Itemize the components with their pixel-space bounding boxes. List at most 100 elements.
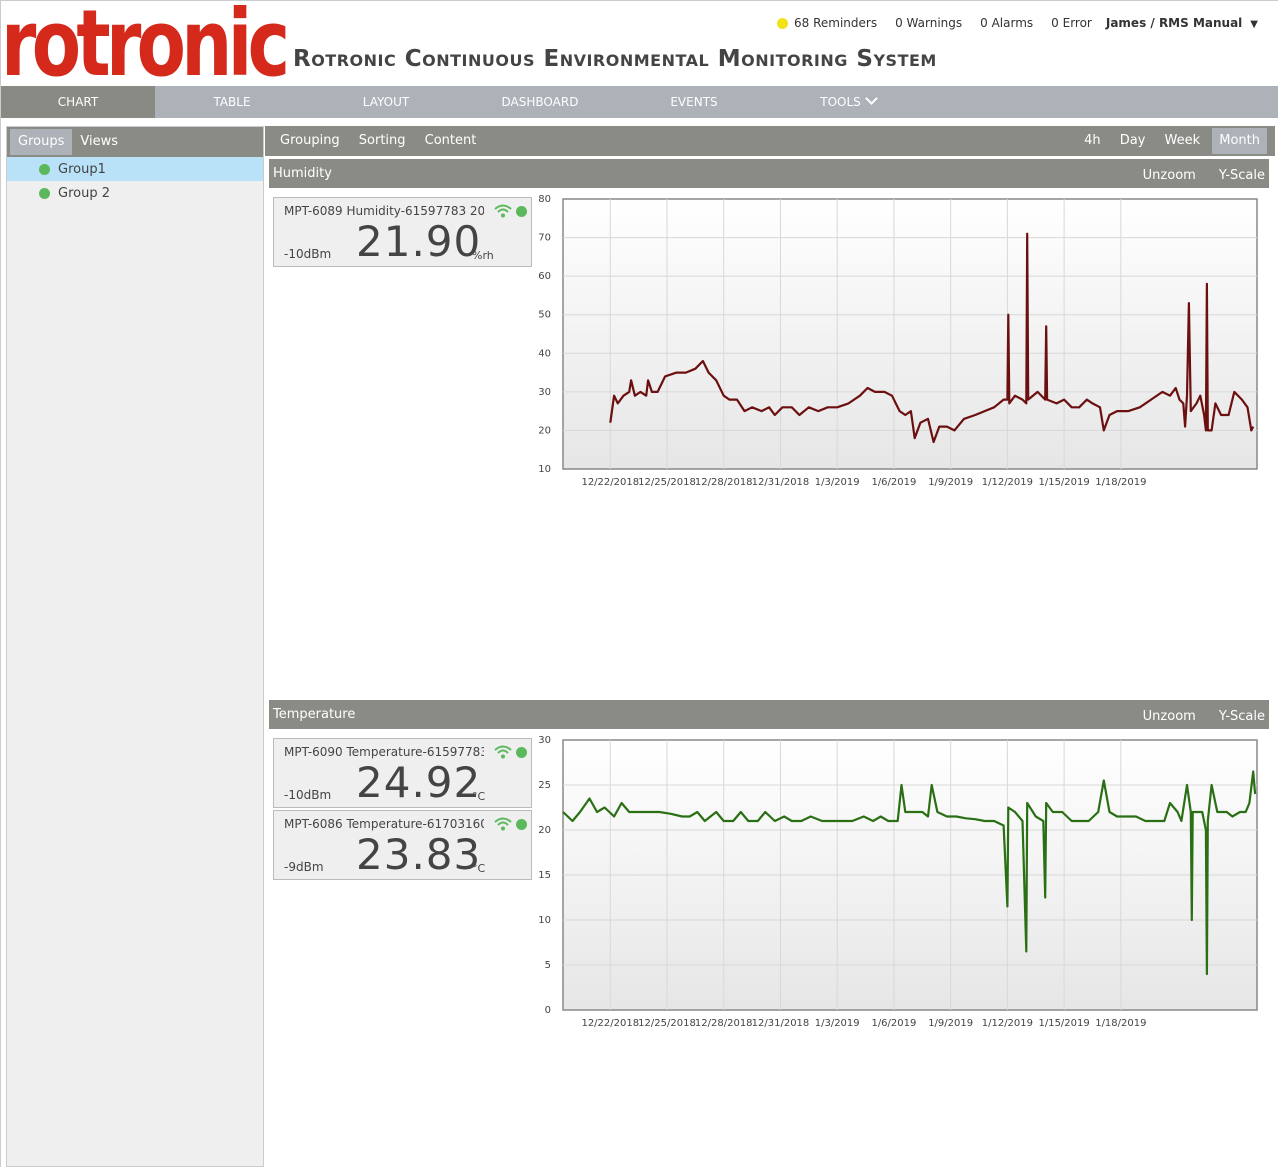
x-tick-label: 12/31/2018 [752, 1018, 810, 1029]
alarms-indicator[interactable]: 0 Alarms [980, 16, 1033, 30]
grouping-button[interactable]: Grouping [273, 128, 347, 154]
y-tick-label: 80 [538, 195, 551, 205]
nav-tab-table[interactable]: TABLE [155, 86, 309, 118]
x-tick-label: 12/25/2018 [638, 477, 696, 488]
app-title: Rotronic Continuous Environmental Monito… [293, 46, 937, 72]
x-tick-label: 1/15/2019 [1038, 477, 1089, 488]
sensor-unit: °C [472, 862, 486, 875]
signal-strength: -9dBm [284, 860, 324, 874]
sidebar-item-group1[interactable]: Group1 [7, 157, 263, 181]
main-content: Grouping Sorting Content 4h Day Week Mon… [265, 126, 1275, 1029]
sensor-name: MPT-6090 Temperature-61597783... [284, 745, 484, 759]
group-label: Group1 [58, 161, 106, 177]
app-window: rotronic Rotronic Continuous Environment… [0, 0, 1278, 1167]
errors-indicator[interactable]: 0 Error [1051, 16, 1092, 30]
sensor-unit: °C [472, 790, 486, 803]
signal-strength: -10dBm [284, 788, 332, 802]
group-label: Group 2 [58, 185, 110, 201]
y-tick-label: 10 [538, 464, 551, 475]
y-tick-label: 30 [538, 736, 551, 746]
nav-tab-tools[interactable]: TOOLS [771, 86, 925, 118]
y-tick-label: 10 [538, 915, 551, 926]
sidebar: Groups Views Group1 Group 2 [6, 126, 264, 1167]
range-day-button[interactable]: Day [1113, 128, 1153, 154]
chevron-down-icon: ▼ [1250, 19, 1258, 30]
x-tick-label: 1/3/2019 [815, 1018, 860, 1029]
wifi-icon [494, 204, 512, 218]
x-tick-label: 12/28/2018 [695, 1018, 753, 1029]
sidebar-tab-views[interactable]: Views [72, 129, 126, 155]
sensor-name: MPT-6089 Humidity-61597783 20... [284, 204, 484, 218]
nav-tab-layout[interactable]: LAYOUT [309, 86, 463, 118]
reminder-dot-icon [777, 17, 788, 29]
signal-strength: -10dBm [284, 247, 332, 261]
x-tick-label: 12/22/2018 [581, 477, 639, 488]
content-button[interactable]: Content [418, 128, 484, 154]
nav-tab-events[interactable]: EVENTS [617, 86, 771, 118]
nav-tab-dashboard[interactable]: DASHBOARD [463, 86, 617, 118]
wifi-icon [494, 745, 512, 759]
x-tick-label: 1/12/2019 [982, 477, 1033, 488]
wifi-icon [494, 817, 512, 831]
sensor-card[interactable]: MPT-6086 Temperature-61703160... -9dBm 2… [273, 810, 532, 880]
y-tick-label: 20 [538, 825, 551, 836]
yscale-button[interactable]: Y-Scale [1219, 168, 1265, 183]
status-dot-icon [516, 746, 527, 758]
status-dot-icon [516, 818, 527, 830]
y-tick-label: 15 [538, 870, 551, 881]
x-tick-label: 1/18/2019 [1095, 477, 1146, 488]
user-menu[interactable]: James / RMS Manual ▼ [1106, 16, 1258, 30]
status-dot-icon [39, 163, 50, 175]
status-dot-icon [516, 205, 527, 217]
sidebar-item-group2[interactable]: Group 2 [7, 181, 263, 205]
x-tick-label: 12/22/2018 [581, 1018, 639, 1029]
main-nav: CHART TABLE LAYOUT DASHBOARD EVENTS TOOL… [1, 86, 1278, 118]
x-tick-label: 12/28/2018 [695, 477, 753, 488]
unzoom-button[interactable]: Unzoom [1143, 168, 1196, 183]
x-tick-label: 12/25/2018 [638, 1018, 696, 1029]
sensor-value: 24.92 [356, 758, 482, 807]
y-tick-label: 20 [538, 425, 551, 436]
y-tick-label: 30 [538, 387, 551, 398]
range-month-button[interactable]: Month [1212, 128, 1267, 154]
panel-title: Humidity [273, 166, 332, 181]
humidity-chart[interactable]: 10 20 30 40 50 60 70 80 12/22/2018 12/25/2018 12/2… [533, 195, 1273, 495]
nav-tab-chart[interactable]: CHART [1, 86, 155, 118]
y-tick-label: 50 [538, 310, 551, 321]
sorting-button[interactable]: Sorting [352, 128, 413, 154]
chevron-down-icon [864, 92, 878, 105]
user-name: James / RMS Manual [1105, 16, 1243, 30]
x-tick-label: 1/6/2019 [871, 477, 916, 488]
sensor-unit: %rh [472, 249, 494, 262]
sensor-value: 23.83 [356, 830, 482, 879]
x-tick-label: 12/31/2018 [752, 477, 810, 488]
yscale-button[interactable]: Y-Scale [1219, 709, 1265, 724]
y-tick-label: 40 [538, 348, 551, 359]
x-tick-label: 1/9/2019 [928, 1018, 973, 1029]
sensor-card[interactable]: MPT-6089 Humidity-61597783 20... -10dBm … [273, 197, 532, 267]
temperature-chart[interactable]: 0 5 10 15 20 25 30 12/22/2018 12/25/2018 12/28/20… [533, 736, 1273, 1036]
y-tick-label: 25 [538, 780, 551, 791]
y-tick-label: 70 [538, 233, 551, 244]
chart-toolbar: Grouping Sorting Content 4h Day Week Mon… [265, 126, 1275, 156]
y-tick-label: 5 [545, 960, 551, 971]
warnings-indicator[interactable]: 0 Warnings [895, 16, 962, 30]
range-4h-button[interactable]: 4h [1077, 128, 1108, 154]
temperature-panel: Temperature Unzoom Y-Scale MPT-6090 Temp… [269, 700, 1269, 1160]
x-tick-label: 1/12/2019 [982, 1018, 1033, 1029]
sensor-name: MPT-6086 Temperature-61703160... [284, 817, 484, 831]
panel-header: Temperature Unzoom Y-Scale [269, 700, 1269, 729]
x-tick-label: 1/18/2019 [1095, 1018, 1146, 1029]
nav-tab-tools-label: TOOLS [820, 95, 861, 109]
reminders-label: 68 Reminders [794, 16, 878, 30]
range-week-button[interactable]: Week [1158, 128, 1208, 154]
x-tick-label: 1/3/2019 [815, 477, 860, 488]
panel-header: Humidity Unzoom Y-Scale [269, 159, 1269, 188]
sensor-card[interactable]: MPT-6090 Temperature-61597783... -10dBm … [273, 738, 532, 808]
sidebar-tab-groups[interactable]: Groups [10, 129, 73, 155]
humidity-panel: Humidity Unzoom Y-Scale MPT-6089 Humidit… [269, 159, 1269, 699]
unzoom-button[interactable]: Unzoom [1143, 709, 1196, 724]
status-bar: 68 Reminders 0 Warnings 0 Alarms 0 Error… [759, 16, 1258, 30]
reminders-indicator[interactable]: 68 Reminders [777, 16, 877, 30]
brand-logo: rotronic [1, 0, 290, 97]
